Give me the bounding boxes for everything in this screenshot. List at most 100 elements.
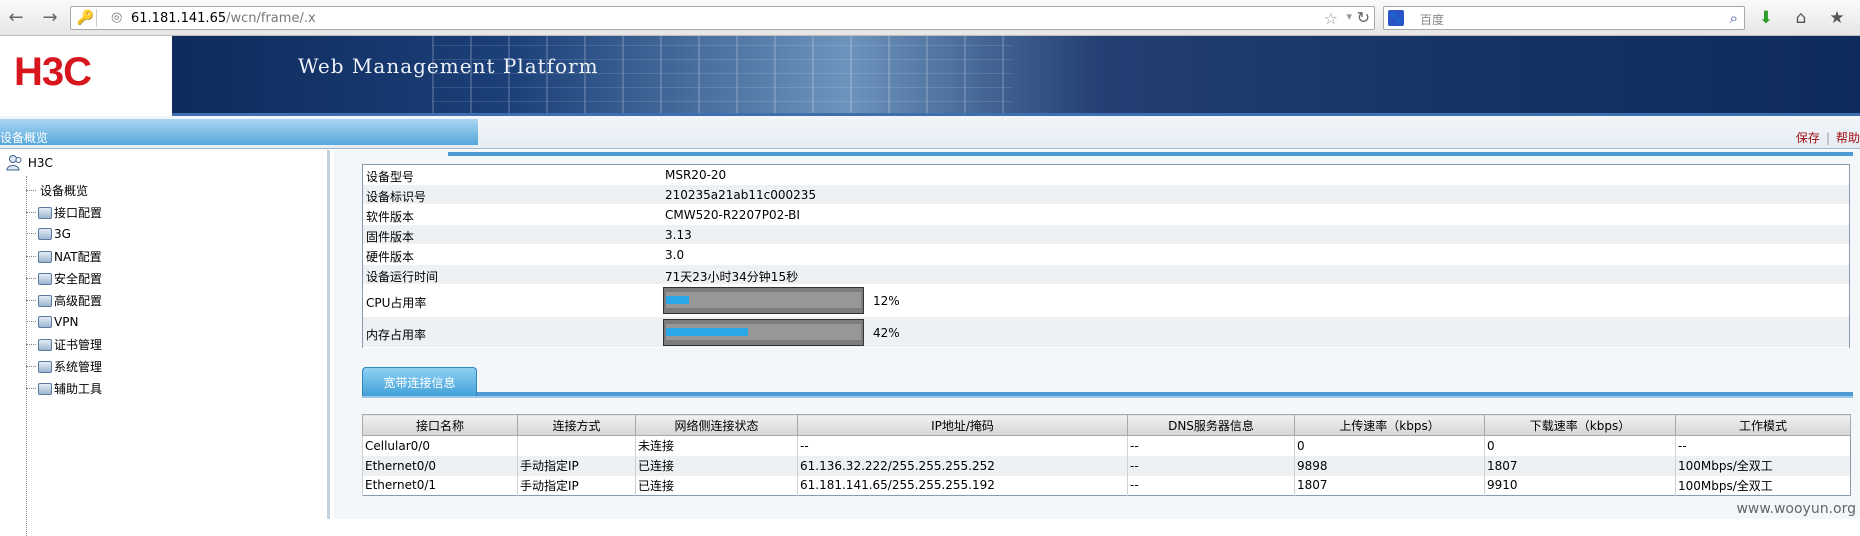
folder-icon [38, 295, 52, 307]
info-key: 硬件版本 [366, 248, 414, 265]
sidebar-item-3g[interactable]: 3G [26, 226, 71, 246]
tree-branch [26, 278, 36, 279]
info-row-software: 软件版本 CMW520-R2207P02-BI [363, 205, 1849, 225]
table-cell: 61.136.32.222/255.255.255.252 [798, 456, 1128, 476]
tree-root-label: H3C [28, 156, 53, 170]
info-value: MSR20-20 [665, 168, 726, 182]
sidebar-item-label: 证书管理 [54, 338, 102, 352]
table-cell: -- [1128, 476, 1295, 496]
action-separator: | [1826, 131, 1830, 145]
table-cell: -- [1676, 436, 1851, 456]
header-banner: H3C Web Management Platform [0, 36, 1860, 116]
cpu-usage-percent: 12% [873, 294, 900, 308]
table-cell [518, 436, 636, 456]
search-engine-icon[interactable]: 🐾 [1388, 10, 1404, 26]
table-cell: Ethernet0/1 [363, 476, 518, 496]
address-bar[interactable]: 🔑 ◎ 61.181.141.65/wcn/frame/.x ☆ ▾ ↻ [70, 6, 1375, 30]
column-header: 网络侧连接状态 [636, 415, 798, 436]
sidebar-item-vpn[interactable]: VPN [26, 314, 78, 334]
memory-usage-fill [666, 328, 748, 336]
help-link[interactable]: 帮助 [1836, 131, 1860, 145]
browser-toolbar: ← → 🔑 ◎ 61.181.141.65/wcn/frame/.x ☆ ▾ ↻… [0, 0, 1860, 36]
memory-usage-percent: 42% [873, 326, 900, 340]
folder-icon [38, 207, 52, 219]
forward-icon[interactable]: → [40, 8, 60, 28]
info-row-uptime: 设备运行时间 71天23小时34分钟15秒 [363, 265, 1849, 285]
search-box[interactable]: 🐾 百度 ⌕ [1383, 6, 1745, 30]
main-content: 设备型号 MSR20-20 设备标识号 210235a21ab11c000235… [334, 150, 1860, 519]
sidebar-item-certificate[interactable]: 证书管理 [26, 336, 102, 356]
platform-title: Web Management Platform [298, 54, 599, 78]
bar-track [666, 292, 861, 308]
info-row-firmware: 固件版本 3.13 [363, 225, 1849, 245]
info-row-memory: 内存占用率 42% [363, 317, 1849, 348]
logo-area: H3C [0, 36, 172, 116]
subheader-bar: 设备概览 保存 | 帮助 [0, 116, 1860, 149]
tab-broadband-info[interactable]: 宽带连接信息 [362, 367, 477, 397]
bookmarks-icon[interactable]: ★ [1826, 7, 1848, 29]
reload-icon[interactable]: ↻ [1357, 8, 1370, 27]
sidebar-item-label: 安全配置 [54, 272, 102, 286]
info-key: 设备标识号 [366, 188, 426, 205]
table-cell: 手动指定IP [518, 456, 636, 476]
info-value: 3.0 [665, 248, 684, 262]
tree-branch [26, 212, 36, 213]
section-rule [348, 152, 1853, 156]
bookmark-star-icon[interactable]: ☆ [1324, 9, 1338, 28]
sidebar-item-interface[interactable]: 接口配置 [26, 204, 102, 224]
save-link[interactable]: 保存 [1796, 131, 1820, 145]
tree-branch [26, 388, 36, 389]
sidebar-item-label: 高级配置 [54, 294, 102, 308]
tree-branch [26, 366, 36, 367]
table-header-row: 接口名称 连接方式 网络侧连接状态 IP地址/掩码 DNS服务器信息 上传速率（… [363, 415, 1851, 436]
key-icon[interactable]: 🔑 [75, 9, 97, 27]
tree-branch [26, 344, 36, 345]
search-icon[interactable]: ⌕ [1730, 9, 1738, 27]
section-rule-gap [348, 151, 448, 157]
sidebar-item-nat[interactable]: NAT配置 [26, 248, 102, 268]
url-text[interactable]: 61.181.141.65/wcn/frame/.x [131, 11, 316, 26]
table-cell: 已连接 [636, 476, 798, 496]
table-cell: 9898 [1295, 456, 1485, 476]
info-row-serial: 设备标识号 210235a21ab11c000235 [363, 185, 1849, 205]
download-icon[interactable]: ⬇ [1755, 7, 1777, 29]
home-icon[interactable]: ⌂ [1790, 7, 1812, 29]
back-icon[interactable]: ← [6, 8, 26, 28]
table-cell: 1807 [1295, 476, 1485, 496]
table-cell: 1807 [1485, 456, 1676, 476]
watermark: www.wooyun.org [1736, 501, 1856, 517]
cpu-usage-fill [666, 296, 689, 304]
tree-branch [26, 300, 36, 301]
table-cell: 0 [1485, 436, 1676, 456]
sidebar-item-device-overview[interactable]: 设备概览 [26, 182, 88, 202]
sidebar-item-tools[interactable]: 辅助工具 [26, 380, 102, 400]
info-row-hardware: 硬件版本 3.0 [363, 245, 1849, 265]
table-cell: 未连接 [636, 436, 798, 456]
sidebar-item-label: VPN [54, 315, 78, 329]
tree-root[interactable]: H3C [6, 154, 53, 174]
info-key: 内存占用率 [366, 326, 426, 343]
info-key: 固件版本 [366, 228, 414, 245]
sidebar-item-security[interactable]: 安全配置 [26, 270, 102, 290]
folder-icon [38, 361, 52, 373]
info-key: 设备型号 [366, 168, 414, 185]
table-row: Ethernet0/0 手动指定IP 已连接 61.136.32.222/255… [363, 456, 1851, 476]
folder-icon [38, 228, 52, 240]
table-row: Cellular0/0 未连接 -- -- 0 0 -- [363, 436, 1851, 456]
sidebar-item-advanced[interactable]: 高级配置 [26, 292, 102, 312]
sidebar-item-system[interactable]: 系统管理 [26, 358, 102, 378]
memory-usage-bar [663, 319, 864, 346]
table-cell: Cellular0/0 [363, 436, 518, 456]
sidebar-item-label: 3G [54, 227, 71, 241]
table-cell: 61.181.141.65/255.255.255.192 [798, 476, 1128, 496]
user-group-icon [6, 154, 24, 172]
current-page-tab: 设备概览 [0, 119, 478, 145]
search-input[interactable]: 百度 [1420, 11, 1444, 28]
history-dropdown-icon[interactable]: ▾ [1346, 10, 1352, 23]
sidebar-item-label: 辅助工具 [54, 382, 102, 396]
cpu-usage-bar [663, 287, 864, 314]
table-cell: -- [1128, 456, 1295, 476]
device-info-table: 设备型号 MSR20-20 设备标识号 210235a21ab11c000235… [362, 164, 1850, 348]
sidebar-item-label: 接口配置 [54, 206, 102, 220]
tree-branch [26, 256, 36, 257]
